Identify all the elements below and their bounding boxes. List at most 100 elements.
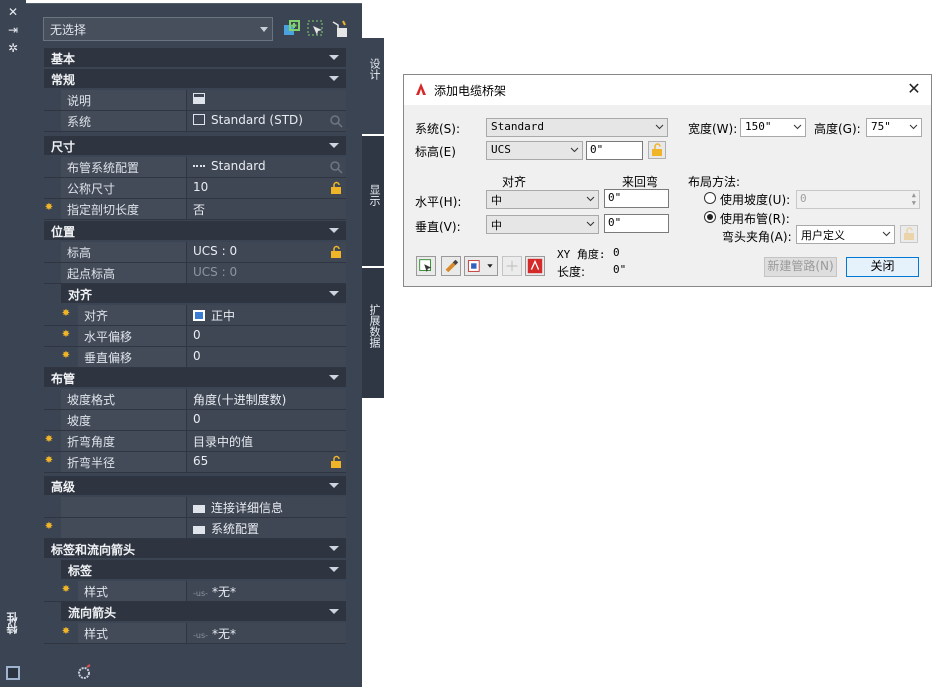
brush-icon[interactable] [441, 256, 461, 276]
system-dropdown[interactable]: Standard [486, 118, 668, 137]
section-justification[interactable]: 对齐 [61, 284, 346, 303]
section-flow-arrows-label: 流向箭头 [68, 606, 117, 620]
bend-radius-value[interactable]: 65 [187, 452, 346, 472]
row-bend-angle[interactable]: ✸ 折弯角度 目录中的值 [44, 431, 346, 452]
selection-dropdown[interactable]: 无选择 [43, 17, 273, 41]
width-dropdown[interactable]: 150" [740, 118, 806, 137]
row-description[interactable]: 说明 [44, 90, 346, 111]
vertical-label: 垂直(V): [415, 220, 461, 234]
row-label-style[interactable]: ✸ 样式 -us- *无* [44, 581, 346, 602]
slope-value[interactable]: 0 [187, 410, 346, 430]
section-location[interactable]: 位置 [44, 221, 346, 240]
row-flow-style[interactable]: ✸ 样式 -us- *无* [44, 623, 346, 644]
section-advanced[interactable]: 高级 [44, 476, 346, 495]
row-label: 坡度格式 [61, 389, 187, 409]
row-system[interactable]: 系统 Standard (STD) [44, 111, 346, 132]
use-slope-radio[interactable] [704, 192, 716, 204]
lock-icon[interactable] [329, 455, 343, 469]
undo-connection-icon [502, 256, 522, 276]
section-routing[interactable]: 布管 [44, 368, 346, 387]
slope-format-value[interactable]: 角度(十进制度数) [187, 389, 346, 409]
tab-display[interactable]: 显示 [362, 136, 384, 266]
properties-palette: ✕ ⇥ ✲ 特性 无选择 基本 常规 说明 系统 Standard (STD) … [0, 0, 384, 687]
row-justify[interactable]: ✸ 对齐 正中 [44, 305, 346, 326]
system-config-value[interactable]: 系统配置 [187, 518, 346, 538]
connection-details-value[interactable]: 连接详细信息 [187, 497, 346, 517]
tab-design[interactable]: 设计 [362, 38, 384, 134]
lock-icon[interactable] [329, 245, 343, 259]
routing-preference-value[interactable]: Standard [187, 157, 346, 177]
close-button[interactable]: 关闭 [846, 257, 919, 277]
elevation-value[interactable]: UCS : 0 [187, 242, 346, 262]
autohide-icon[interactable]: ⇥ [6, 23, 20, 37]
select-objects-icon[interactable] [305, 18, 327, 40]
section-dimensions[interactable]: 尺寸 [44, 136, 346, 155]
vertical-riser-input[interactable]: 0" [604, 214, 669, 233]
width-label: 宽度(W): [688, 122, 738, 136]
row-v-offset[interactable]: ✸ 垂直偏移 0 [44, 347, 346, 368]
description-value[interactable] [187, 90, 346, 110]
section-labels-flow[interactable]: 标签和流向箭头 [44, 539, 346, 558]
chevron-down-icon [329, 375, 339, 380]
row-system-config[interactable]: ✸ 系统配置 [44, 518, 346, 539]
override-star-icon: ✸ [44, 455, 54, 466]
wrench-icon[interactable] [76, 664, 92, 680]
row-label [61, 497, 187, 517]
v-offset-value[interactable]: 0 [187, 347, 346, 367]
lock-icon[interactable] [329, 181, 343, 195]
table-icon[interactable] [193, 93, 205, 104]
xy-angle-value: 0 [613, 246, 620, 259]
compass-dropdown-icon[interactable] [464, 256, 498, 276]
h-offset-value[interactable]: 0 [187, 326, 346, 346]
row-label: 布管系统配置 [61, 157, 187, 177]
horizontal-riser-input[interactable]: 0" [604, 189, 669, 208]
toggle-pickadd-icon[interactable] [281, 18, 303, 40]
quick-select-icon[interactable] [329, 18, 351, 40]
system-value[interactable]: Standard (STD) [187, 111, 346, 131]
elbow-angle-dropdown[interactable]: 用户定义 [796, 225, 895, 244]
tab-extended-data[interactable]: 扩展数据 [362, 268, 384, 398]
dialog-titlebar[interactable]: 添加电缆桥架 ✕ [404, 75, 931, 105]
nominal-size-value[interactable]: 10 [187, 178, 346, 198]
table-icon [193, 502, 205, 513]
section-basic[interactable]: 基本 [44, 48, 346, 67]
close-icon[interactable]: ✕ [6, 5, 20, 19]
chevron-down-icon [882, 231, 891, 237]
row-routing-preference[interactable]: 布管系统配置 Standard [44, 157, 346, 178]
chevron-down-icon [570, 147, 579, 153]
section-general[interactable]: 常规 [44, 69, 346, 88]
section-labels[interactable]: 标签 [61, 560, 346, 579]
search-icon[interactable] [329, 114, 343, 128]
width-value: 150" [745, 120, 772, 133]
row-slope-format[interactable]: 坡度格式 角度(十进制度数) [44, 389, 346, 410]
elevation-input[interactable]: 0" [586, 141, 643, 160]
settings-icon[interactable]: ✲ [6, 41, 20, 55]
row-bend-radius[interactable]: ✸ 折弯半径 65 [44, 452, 346, 473]
justify-value[interactable]: 正中 [187, 305, 346, 325]
autocad-command-icon[interactable] [525, 256, 545, 276]
row-nominal-size[interactable]: 公称尺寸 10 [44, 178, 346, 199]
elbow-lock-button[interactable] [900, 225, 918, 243]
row-label [61, 518, 187, 538]
table-icon [193, 523, 205, 534]
elevation-ref-dropdown[interactable]: UCS [486, 141, 583, 160]
row-h-offset[interactable]: ✸ 水平偏移 0 [44, 326, 346, 347]
flow-style-value[interactable]: -us- *无* [187, 623, 346, 643]
label-style-value[interactable]: -us- *无* [187, 581, 346, 601]
palette-title-strip: ✕ ⇥ ✲ 特性 [0, 0, 26, 687]
vertical-justify-dropdown[interactable]: 中 [486, 215, 599, 234]
horizontal-justify-dropdown[interactable]: 中 [486, 190, 599, 209]
elevation-lock-button[interactable] [648, 141, 666, 159]
search-icon[interactable] [329, 160, 343, 174]
row-cut-length[interactable]: ✸ 指定剖切长度 否 [44, 199, 346, 220]
bend-angle-value[interactable]: 目录中的值 [187, 431, 346, 451]
row-slope[interactable]: 坡度 0 [44, 410, 346, 431]
height-dropdown[interactable]: 75" [866, 118, 922, 137]
section-flow-arrows[interactable]: 流向箭头 [61, 602, 346, 621]
match-properties-icon[interactable] [416, 256, 436, 276]
close-icon[interactable]: ✕ [905, 80, 923, 98]
use-routing-radio[interactable] [704, 211, 716, 223]
cut-length-value[interactable]: 否 [187, 199, 346, 219]
row-elevation[interactable]: 标高 UCS : 0 [44, 242, 346, 263]
row-connection-details[interactable]: 连接详细信息 [44, 497, 346, 518]
